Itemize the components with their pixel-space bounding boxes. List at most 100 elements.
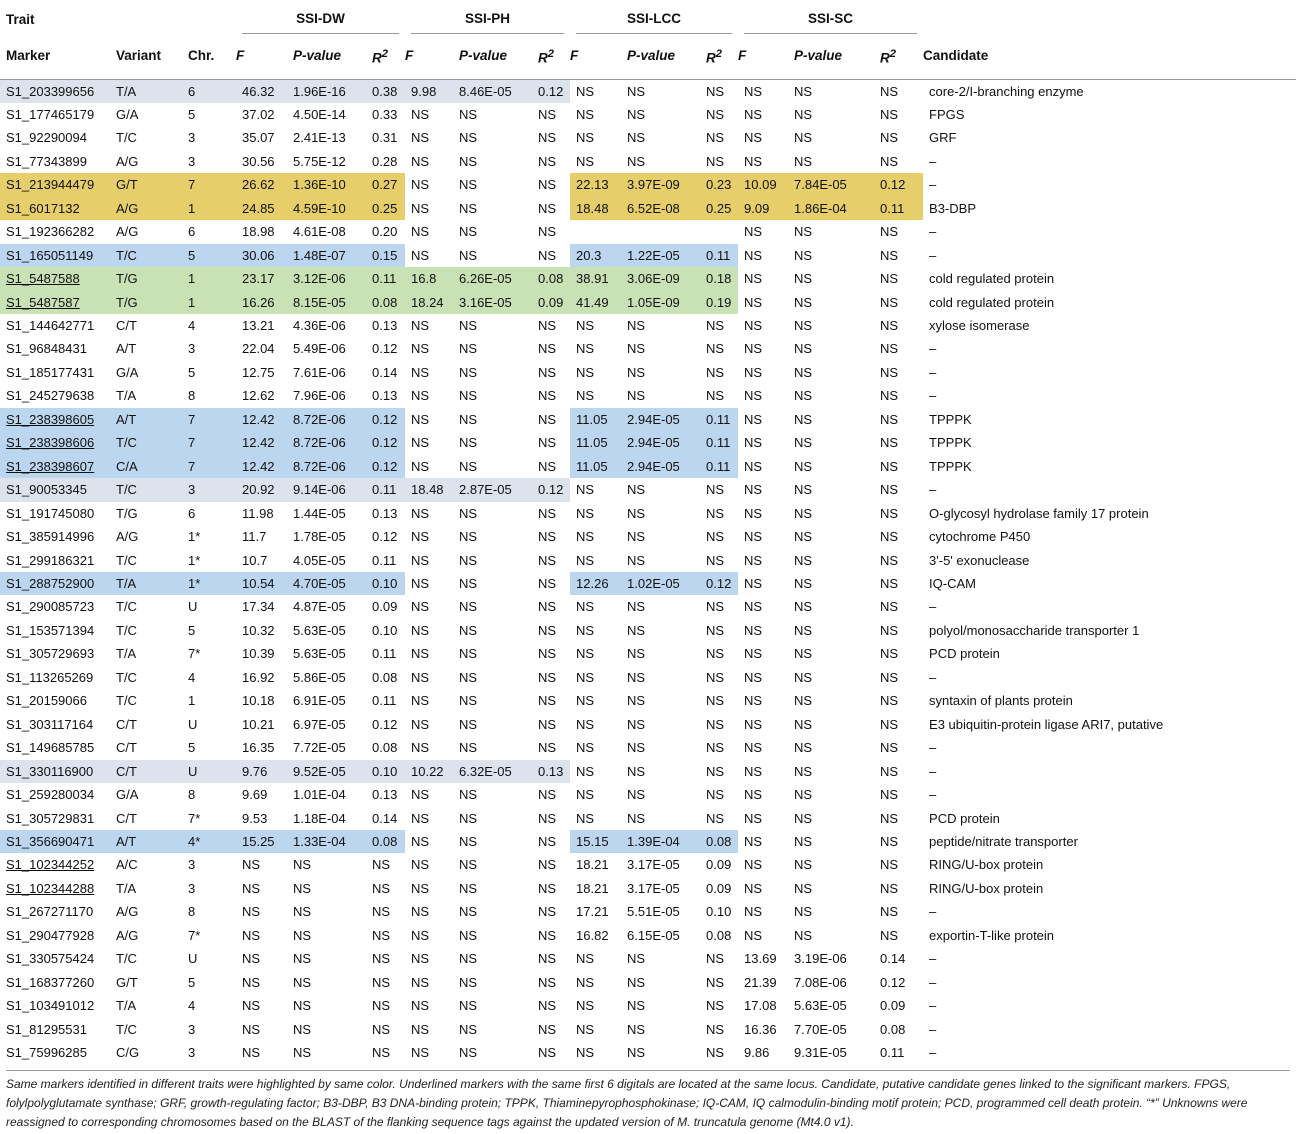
candidate-cell: – <box>929 388 937 404</box>
sc-r2-cell: NS <box>880 435 899 451</box>
candidate-cell: FPGS <box>929 106 965 122</box>
lcc-p-cell: NS <box>627 318 646 334</box>
dw-r2-cell: 0.11 <box>372 267 405 291</box>
lcc-p-cell: NS <box>627 364 646 380</box>
sc-p-cell: NS <box>794 834 813 849</box>
marker-cell: S1_245279638 <box>6 388 95 404</box>
marker-cell: S1_290477928 <box>6 927 95 943</box>
candidate-cell: – <box>929 1021 937 1037</box>
lcc-p-cell: NS <box>627 1021 646 1037</box>
candidate-cell: – <box>929 998 937 1014</box>
candidate-cell: O-glycosyl hydrolase family 17 protein <box>929 505 1149 521</box>
dw-p-cell: 6.97E-05 <box>293 716 346 732</box>
table-row: S1_305729693 T/A 7* 10.39 5.63E-05 0.11 NS NS NS… <box>0 642 1296 665</box>
ph-p-cell: NS <box>459 153 478 169</box>
dw-f-cell: 22.04 <box>242 341 275 357</box>
sc-r2-cell: NS <box>880 247 899 263</box>
sc-p-cell: 7.84E-05 <box>794 173 881 197</box>
ph-p-cell: NS <box>459 318 478 334</box>
sc-p-cell: NS <box>794 669 813 685</box>
lcc-p-cell: NS <box>627 974 646 990</box>
lcc-f-cell: NS <box>576 364 595 380</box>
ph-f-cell: NS <box>411 740 430 756</box>
lcc-f-cell: NS <box>576 693 595 709</box>
lcc-r2-cell: 0.19 <box>706 290 739 315</box>
dw-f-cell: 10.7 <box>242 552 268 568</box>
dw-r2-cell: 0.25 <box>372 196 405 221</box>
dw-r2-cell: NS <box>372 904 391 920</box>
sc-r2-cell: NS <box>880 576 899 592</box>
ph-f-cell: NS <box>411 998 430 1014</box>
sc-r2-cell: NS <box>880 411 899 427</box>
ph-r2-cell: NS <box>538 834 557 849</box>
candidate-cell: – <box>929 763 937 779</box>
dw-f-cell: 37.02 <box>242 106 275 122</box>
header-group-ssi-lcc: SSI-LCC <box>570 4 738 34</box>
dw-f-cell: 12.62 <box>242 388 275 404</box>
marker-cell: S1_305729693 <box>6 646 95 662</box>
dw-f-cell: NS <box>242 904 261 920</box>
dw-f-cell: 10.18 <box>242 693 275 709</box>
ph-r2-cell: NS <box>538 693 557 709</box>
ph-f-cell: NS <box>411 318 430 334</box>
table-row: S1_238398605 A/T 7 12.42 8.72E-06 0.12 NS NS NS 1… <box>0 407 1296 432</box>
candidate-cell: cytochrome P450 <box>929 529 1031 545</box>
dw-p-cell: 4.61E-08 <box>293 224 346 240</box>
lcc-r2-cell: NS <box>706 787 725 803</box>
lcc-r2-cell: 0.11 <box>706 407 739 432</box>
dw-f-cell: NS <box>242 1045 261 1061</box>
ph-f-cell: NS <box>411 200 430 216</box>
dw-f-cell: 10.54 <box>236 572 293 596</box>
header-group-ssi-ph: SSI-PH <box>405 4 570 34</box>
lcc-f-cell: 41.49 <box>570 290 628 315</box>
dw-p-cell: NS <box>293 998 312 1014</box>
dw-f-cell: 24.85 <box>236 196 293 221</box>
dw-p-cell: 8.72E-06 <box>293 454 372 479</box>
ph-r2-cell: NS <box>538 318 557 334</box>
lcc-f-cell: NS <box>576 529 595 545</box>
lcc-p-cell: 5.51E-05 <box>627 904 680 920</box>
ph-f-cell: NS <box>411 599 430 615</box>
sc-f-cell: 13.69 <box>744 951 777 967</box>
header-row-columns: Marker Variant Chr. F P-value R2 F P-val… <box>0 34 1296 80</box>
chr-cell: 5 <box>188 974 196 990</box>
lcc-r2-cell: NS <box>706 364 725 380</box>
marker-cell: S1_5487587 <box>0 290 116 315</box>
lcc-r2-cell: NS <box>706 83 725 99</box>
candidate-cell: – <box>929 787 937 803</box>
lcc-f-cell: NS <box>576 622 595 638</box>
lcc-f-cell: NS <box>576 482 595 498</box>
sc-r2-cell: NS <box>880 224 899 240</box>
ph-r2-cell: NS <box>538 341 557 357</box>
candidate-cell: GRF <box>929 130 957 146</box>
table-row: S1_102344252 A/C 3 NS NS NS NS NS NS 18.21 3.17E-0… <box>0 853 1296 876</box>
ph-f-cell: NS <box>411 1021 430 1037</box>
sc-p-cell: NS <box>794 787 813 803</box>
ph-r2-cell: NS <box>538 411 557 427</box>
lcc-f-cell: NS <box>576 318 595 334</box>
sc-r2-cell: NS <box>880 904 899 920</box>
ph-r2-cell: NS <box>538 106 557 122</box>
candidate-cell: – <box>929 224 937 240</box>
lcc-r2-cell: 0.23 <box>706 173 739 197</box>
marker-cell: S1_191745080 <box>6 505 95 521</box>
candidate-cell: RING/U-box protein <box>929 857 1044 873</box>
chr-cell: 7* <box>188 927 201 943</box>
lcc-f-cell: NS <box>576 646 595 662</box>
table-row: S1_102344288 T/A 3 NS NS NS NS NS NS 18.21 3.17E-0… <box>0 877 1296 900</box>
header-trait: Trait <box>6 11 35 27</box>
sc-p-cell: NS <box>794 294 813 310</box>
candidate-cell: – <box>929 904 937 920</box>
marker-cell: S1_149685785 <box>6 740 95 756</box>
lcc-f-cell: 11.05 <box>570 454 628 479</box>
sc-p-cell: NS <box>794 810 813 826</box>
ph-p-cell: NS <box>459 1021 478 1037</box>
sc-f-cell: NS <box>744 904 763 920</box>
marker-cell: S1_96848431 <box>6 341 87 357</box>
lcc-r2-cell: 0.11 <box>706 243 739 268</box>
ph-r2-cell: 0.09 <box>538 290 571 315</box>
sc-r2-cell: 0.11 <box>880 1045 905 1061</box>
ph-p-cell: NS <box>459 646 478 662</box>
variant-cell: T/C <box>116 552 137 568</box>
dw-r2-cell: 0.10 <box>372 759 405 784</box>
